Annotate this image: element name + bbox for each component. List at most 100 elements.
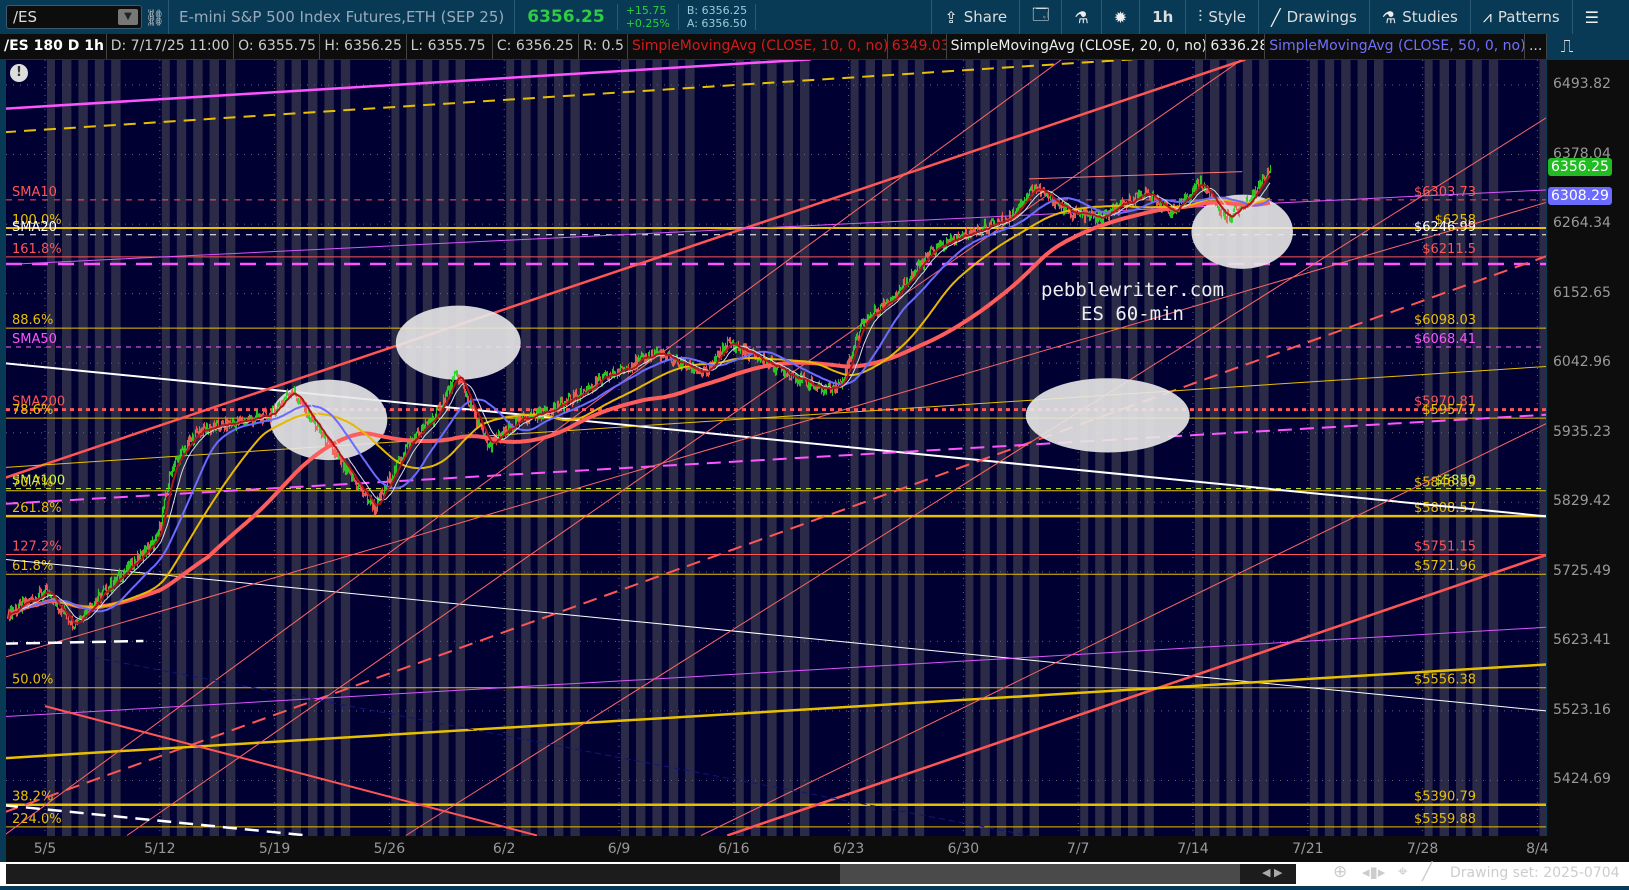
study-toggle-icon[interactable]: ⎍: [1552, 36, 1582, 58]
session-band: [55, 60, 62, 836]
price-tick-label: 5829.42: [1553, 493, 1611, 510]
style-label: Style: [1208, 8, 1246, 26]
level-right-label: $5957.7: [1422, 403, 1476, 418]
scrollbar-thumb[interactable]: [840, 864, 1240, 884]
share-icon: ⇪: [944, 7, 958, 27]
date-tick-label: 5/12: [144, 841, 176, 857]
pencil-line-icon: ╱: [1271, 7, 1281, 27]
session-band: [1252, 60, 1260, 836]
watermark: pebblewriter.com ES 60-min: [1041, 278, 1224, 326]
bar-date: D: 7/17/25 11:00 PM: [107, 34, 235, 59]
pattern-icon: ⩘: [1482, 7, 1492, 26]
level-left-label: 61.8%: [12, 559, 53, 574]
price-tick-label: 5523.16: [1553, 701, 1611, 718]
drawings-button[interactable]: ╱ Drawings: [1258, 0, 1369, 34]
patterns-button[interactable]: ⩘ Patterns: [1469, 0, 1572, 34]
price-chart[interactable]: SMA10 $6303.73 100.0% $6258 SMA20 $6246.99 161…: [3, 58, 1571, 837]
line-tool-icon[interactable]: ╱: [1422, 862, 1432, 882]
level-left-label: SMA20: [12, 220, 57, 235]
price-tick-label: 5725.49: [1553, 562, 1611, 579]
session-band: [1235, 60, 1243, 836]
level-right-label: $6098.03: [1414, 313, 1476, 328]
weekend-band: [239, 60, 277, 836]
share-label: Share: [963, 8, 1008, 26]
date-tick-label: 7/28: [1406, 841, 1439, 857]
session-band: [169, 60, 177, 836]
session-band: [661, 60, 669, 836]
bar-high: H: 6356.25: [320, 34, 407, 59]
pan-icon[interactable]: ◂▮▸: [1362, 863, 1385, 881]
level-left-label: 127.2%: [12, 540, 62, 555]
session-band: [1219, 60, 1227, 836]
zoom-icon[interactable]: ⊕: [1333, 862, 1347, 882]
time-axis[interactable]: 5/5 5/12 5/19 5/26 6/2 6/9 6/16 6/23 6/30 7/7 7/14…: [6, 836, 1549, 862]
studies-button[interactable]: ⚗ Studies: [1368, 0, 1470, 34]
info-icon: 🗔: [1032, 4, 1050, 24]
level-left-label: SMA10: [12, 185, 57, 200]
change-pct: +0.25%: [625, 17, 670, 30]
session-band: [1006, 60, 1014, 836]
level-right-label: $5359.88: [1414, 812, 1476, 827]
chevron-down-icon[interactable]: ▼: [118, 9, 138, 25]
date-tick-label: 6/16: [718, 841, 750, 857]
sma-badge: 6308.29: [1548, 187, 1612, 206]
date-tick-label: 7/21: [1292, 841, 1324, 857]
level-right-label: $5390.79: [1414, 790, 1476, 805]
watermark-line2: ES 60-min: [1081, 303, 1184, 325]
flask-button[interactable]: ⚗: [1061, 0, 1100, 34]
session-band: [547, 60, 554, 836]
date-tick-label: 6/9: [607, 841, 631, 857]
weekend-band: [699, 60, 736, 836]
session-band: [1465, 60, 1473, 836]
session-band: [907, 60, 915, 836]
weekend-band: [1387, 60, 1425, 836]
chart-canvas[interactable]: SMA10 $6303.73100.0% $6258SMA20 $6246.99161…: [3, 58, 1571, 837]
level-left-label: 88.6%: [12, 313, 53, 328]
symbol-selector[interactable]: /ES ▼: [6, 5, 142, 29]
session-band: [1317, 60, 1325, 836]
price-tick-label: 6264.34: [1553, 215, 1611, 232]
bar-range: R: 0.5: [579, 34, 628, 59]
level-right-label: $5751.15: [1414, 540, 1476, 555]
level-right-label: $6303.73: [1414, 185, 1476, 200]
chart-info-bar: /ES 180 D 1h D: 7/17/25 11:00 PM O: 6355…: [0, 34, 1547, 59]
more-studies[interactable]: ...: [1525, 34, 1547, 59]
price-tick-label: 5935.23: [1553, 423, 1611, 440]
level-right-label: $6211.5: [1422, 242, 1476, 257]
bar-low: L: 6355.75: [407, 34, 493, 59]
list-icon: ☰: [1584, 7, 1599, 27]
level-right-label: $5556.38: [1414, 673, 1476, 688]
flask-icon: ⚗: [1381, 7, 1397, 27]
weekend-band: [125, 60, 162, 836]
last-badge: 6356.25: [1548, 157, 1612, 176]
instrument-description: E-mini S&P 500 Index Futures,ETH (SEP 25…: [168, 0, 514, 34]
menu-button[interactable]: ☰: [1571, 0, 1629, 34]
link-icon[interactable]: ⛓: [142, 8, 168, 27]
settings-button[interactable]: ✹: [1100, 0, 1139, 34]
info-button[interactable]: 🗔: [1019, 0, 1061, 34]
bid: B: 6356.25: [686, 4, 748, 17]
session-band: [1334, 60, 1342, 836]
ask: A: 6356.50: [686, 17, 747, 30]
alert-icon[interactable]: !: [10, 64, 28, 82]
style-button[interactable]: ⫶ Style: [1185, 0, 1258, 34]
session-band: [1432, 60, 1440, 836]
date-tick-label: 5/5: [33, 841, 57, 857]
weekend-band: [1273, 60, 1310, 836]
level-left-label: 50.0%: [12, 673, 53, 688]
scroll-left-icon[interactable]: ◀ ▶: [1262, 866, 1282, 879]
highlight-ellipse: [1025, 378, 1190, 453]
session-band: [875, 60, 882, 836]
drawing-set-label[interactable]: Drawing set: 2025-0704: [1450, 865, 1620, 881]
share-button[interactable]: ⇪ Share: [931, 0, 1019, 34]
price-tick-label: 5623.41: [1553, 632, 1611, 649]
sma50-label: SimpleMovingAvg (CLOSE, 50, 0, no): [1265, 34, 1525, 59]
date-tick-label: 5/26: [373, 841, 406, 857]
session-band: [202, 60, 210, 836]
interval-button[interactable]: 1h: [1139, 0, 1185, 34]
crosshair-icon[interactable]: ⌖: [1398, 862, 1408, 882]
footer-bar: ◀ ▶ ⊕ ◂▮▸ ⌖ ╱ Drawing set: 2025-0704: [0, 862, 1629, 886]
symbol-value: /ES: [13, 8, 38, 26]
price-axis[interactable]: 6493.82 6378.04 6264.34 6152.65 6042.96 5935.…: [1547, 60, 1629, 862]
date-tick-label: 8/4: [1526, 841, 1549, 857]
